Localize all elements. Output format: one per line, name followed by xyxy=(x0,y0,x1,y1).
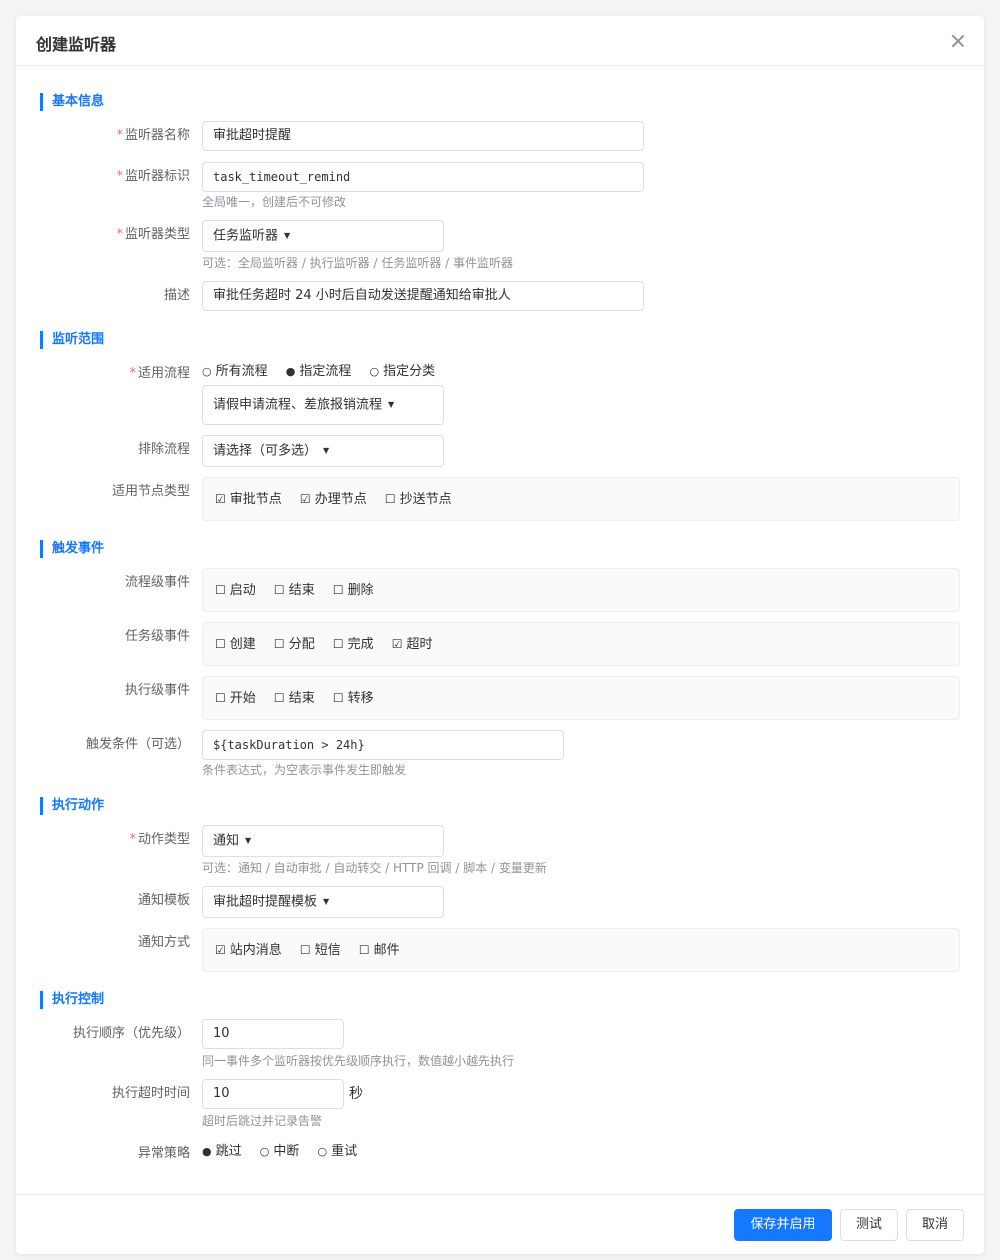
section-basic: 基本信息 xyxy=(40,93,104,111)
section-control: 执行控制 xyxy=(40,991,104,1009)
node-types-checkbox-group: ☑ 审批节点 ☑ 办理节点 ☐ 抄送节点 xyxy=(202,477,960,521)
radio-abort[interactable]: ○ 中断 xyxy=(260,1144,300,1159)
radio-specified-processes[interactable]: ● 指定流程 xyxy=(286,364,352,379)
trigger-condition-label: 触发条件（可选） xyxy=(85,737,190,752)
action-type-select[interactable]: 通知 ▼ xyxy=(202,825,444,857)
required-mark: * xyxy=(129,366,136,381)
checkbox-email[interactable]: ☐ 邮件 xyxy=(359,943,400,958)
checkbox-cc-node[interactable]: ☐ 抄送节点 xyxy=(385,492,452,507)
test-button[interactable]: 测试 xyxy=(840,1209,898,1241)
checkbox-task-create[interactable]: ☐ 创建 xyxy=(215,637,256,652)
notify-template-select[interactable]: 审批超时提醒模板 ▼ xyxy=(202,886,444,918)
listener-name-label: * 监听器名称 xyxy=(116,128,190,143)
checkbox-exec-end[interactable]: ☐ 结束 xyxy=(274,691,315,706)
trigger-condition-input[interactable]: ${taskDuration > 24h} xyxy=(202,730,564,760)
listener-type-label: * 监听器类型 xyxy=(116,227,190,242)
chevron-down-icon: ▼ xyxy=(323,897,330,906)
description-input[interactable]: 审批任务超时 24 小时后自动发送提醒通知给审批人 xyxy=(202,281,644,311)
section-events: 触发事件 xyxy=(40,540,104,558)
exclude-process-select[interactable]: 请选择（可多选） ▼ xyxy=(202,435,444,467)
description-label: 描述 xyxy=(163,288,190,303)
chevron-down-icon: ▼ xyxy=(388,400,395,409)
process-events-label: 流程级事件 xyxy=(124,575,190,590)
listener-key-label: * 监听器标识 xyxy=(116,169,190,184)
notify-channels-checkbox-group: ☑ 站内消息 ☐ 短信 ☐ 邮件 xyxy=(202,928,960,972)
close-icon[interactable] xyxy=(949,32,967,50)
dialog-title: 创建监听器 xyxy=(36,35,117,54)
dialog-header: 创建监听器 xyxy=(16,16,984,66)
exec-timeout-unit: 秒 xyxy=(349,1086,363,1102)
section-actions: 执行动作 xyxy=(40,797,104,815)
exec-order-hint: 同一事件多个监听器按优先级顺序执行，数值越小越先执行 xyxy=(202,1054,515,1068)
exec-timeout-label: 执行超时时间 xyxy=(111,1086,190,1101)
section-scope: 监听范围 xyxy=(40,331,104,349)
radio-retry[interactable]: ○ 重试 xyxy=(318,1144,358,1159)
action-type-hint: 可选：通知 / 自动审批 / 自动转交 / HTTP 回调 / 脚本 / 变量更… xyxy=(202,861,547,875)
listener-type-hint: 可选：全局监听器 / 执行监听器 / 任务监听器 / 事件监听器 xyxy=(202,256,514,270)
exclude-process-label: 排除流程 xyxy=(137,442,190,457)
checkbox-task-timeout[interactable]: ☑ 超时 xyxy=(392,637,433,652)
save-and-enable-button[interactable]: 保存并启用 xyxy=(734,1209,832,1241)
checkbox-process-end[interactable]: ☐ 结束 xyxy=(274,583,315,598)
required-mark: * xyxy=(116,169,123,184)
cancel-button[interactable]: 取消 xyxy=(906,1209,964,1241)
radio-specified-category[interactable]: ○ 指定分类 xyxy=(370,364,436,379)
execution-events-checkbox-group: ☐ 开始 ☐ 结束 ☐ 转移 xyxy=(202,676,960,720)
task-events-checkbox-group: ☐ 创建 ☐ 分配 ☐ 完成 ☑ 超时 xyxy=(202,622,960,666)
process-select[interactable]: 请假申请流程、差旅报销流程 ▼ xyxy=(202,385,444,425)
notify-template-label: 通知模板 xyxy=(137,893,190,908)
checkbox-process-delete[interactable]: ☐ 删除 xyxy=(333,583,374,598)
exec-timeout-input[interactable]: 10 xyxy=(202,1079,344,1109)
process-scope-radio-group: ○ 所有流程 ● 指定流程 ○ 指定分类 xyxy=(202,363,449,381)
exec-timeout-hint: 超时后跳过并记录告警 xyxy=(202,1114,323,1128)
radio-all-processes[interactable]: ○ 所有流程 xyxy=(202,364,268,379)
checkbox-process-start[interactable]: ☐ 启动 xyxy=(215,583,256,598)
required-mark: * xyxy=(129,832,136,847)
required-mark: * xyxy=(116,227,123,242)
checkbox-sms[interactable]: ☐ 短信 xyxy=(300,943,341,958)
listener-key-hint: 全局唯一，创建后不可修改 xyxy=(202,195,347,209)
chevron-down-icon: ▼ xyxy=(284,231,291,240)
dialog-footer: 保存并启用 测试 取消 xyxy=(16,1194,984,1255)
listener-name-input[interactable]: 审批超时提醒 xyxy=(202,121,644,151)
chevron-down-icon: ▼ xyxy=(323,446,330,455)
listener-type-select[interactable]: 任务监听器 ▼ xyxy=(202,220,444,252)
action-type-label: * 动作类型 xyxy=(129,832,190,847)
trigger-condition-hint: 条件表达式，为空表示事件发生即触发 xyxy=(202,763,407,777)
checkbox-approval-node[interactable]: ☑ 审批节点 xyxy=(215,492,282,507)
chevron-down-icon: ▼ xyxy=(245,836,252,845)
notify-channels-label: 通知方式 xyxy=(137,935,190,950)
checkbox-exec-transition[interactable]: ☐ 转移 xyxy=(333,691,374,706)
execution-events-label: 执行级事件 xyxy=(124,683,190,698)
radio-skip[interactable]: ● 跳过 xyxy=(202,1144,242,1159)
exec-order-label: 执行顺序（优先级） xyxy=(72,1026,190,1041)
error-policy-radio-group: ● 跳过 ○ 中断 ○ 重试 xyxy=(202,1143,371,1161)
listener-key-input[interactable]: task_timeout_remind xyxy=(202,162,644,192)
checkbox-in-app[interactable]: ☑ 站内消息 xyxy=(215,943,282,958)
node-types-label: 适用节点类型 xyxy=(111,484,190,499)
error-policy-label: 异常策略 xyxy=(137,1146,190,1161)
checkbox-task-complete[interactable]: ☐ 完成 xyxy=(333,637,374,652)
checkbox-exec-start[interactable]: ☐ 开始 xyxy=(215,691,256,706)
exec-order-input[interactable]: 10 xyxy=(202,1019,344,1049)
checkbox-task-assign[interactable]: ☐ 分配 xyxy=(274,637,315,652)
required-mark: * xyxy=(116,128,123,143)
create-listener-dialog: 创建监听器 基本信息 * 监听器名称 审批超时提醒 * 监听器标识 task_tim… xyxy=(16,16,984,1254)
process-scope-label: * 适用流程 xyxy=(129,366,190,381)
checkbox-handle-node[interactable]: ☑ 办理节点 xyxy=(300,492,367,507)
process-events-checkbox-group: ☐ 启动 ☐ 结束 ☐ 删除 xyxy=(202,568,960,612)
task-events-label: 任务级事件 xyxy=(124,629,190,644)
